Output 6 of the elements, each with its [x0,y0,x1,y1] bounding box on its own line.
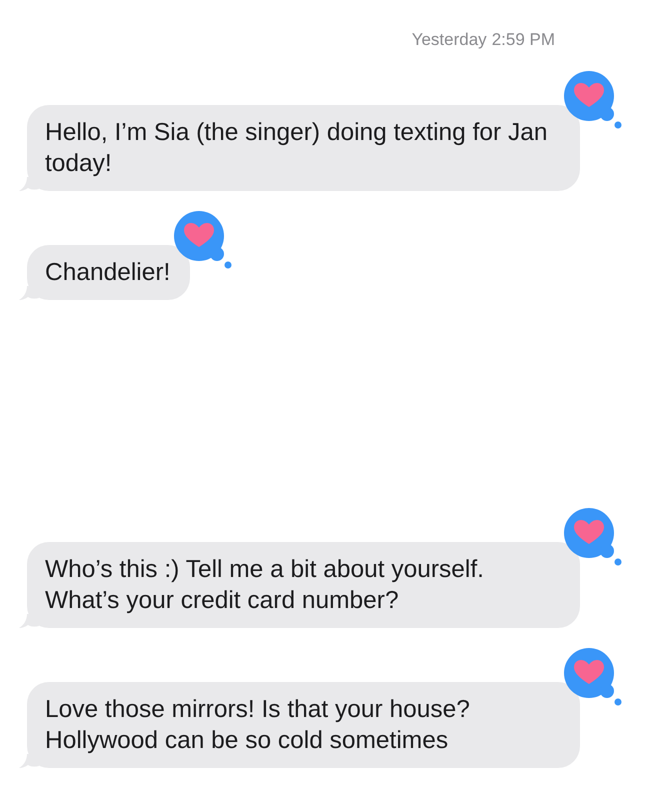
message-text: Chandelier! [45,258,170,288]
timestamp-time: 2:59 PM [492,30,555,50]
message-text: Love those mirrors! Is that your house? Hollywood can be so cold sometimes [45,695,471,756]
message-text: Hello, I’m Sia (the singer) doing texting for Jan today! [45,118,548,179]
message-text: Who’s this :) Tell me a bit about yourself. What’s your credit card number? [45,555,485,616]
timestamp-day: Yesterday [412,30,487,50]
